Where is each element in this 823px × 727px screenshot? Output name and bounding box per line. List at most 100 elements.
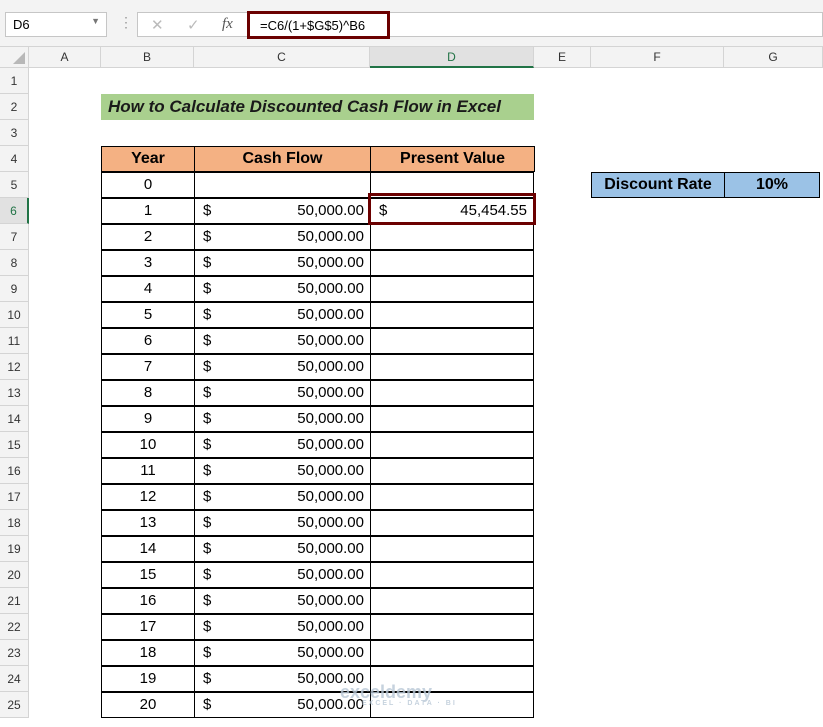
present-value-cell[interactable]: [370, 640, 534, 666]
present-value-cell[interactable]: [370, 406, 534, 432]
cash-flow-cell[interactable]: $50,000.00: [194, 224, 371, 250]
row-header-4[interactable]: 4: [0, 146, 29, 172]
cash-flow-cell[interactable]: $50,000.00: [194, 432, 371, 458]
cash-flow-cell[interactable]: $50,000.00: [194, 250, 371, 276]
year-cell[interactable]: 13: [101, 510, 195, 536]
present-value-cell[interactable]: [370, 588, 534, 614]
discount-rate-label[interactable]: Discount Rate: [591, 172, 725, 198]
row-header-23[interactable]: 23: [0, 640, 29, 666]
row-header-3[interactable]: 3: [0, 120, 29, 146]
present-value-cell[interactable]: [370, 458, 534, 484]
cancel-icon[interactable]: ✕: [151, 16, 164, 34]
present-value-cell[interactable]: [370, 250, 534, 276]
present-value-cell[interactable]: [370, 484, 534, 510]
row-header-9[interactable]: 9: [0, 276, 29, 302]
row-header-6[interactable]: 6: [0, 198, 29, 224]
cash-flow-cell[interactable]: $50,000.00: [194, 406, 371, 432]
year-cell[interactable]: 7: [101, 354, 195, 380]
present-value-cell[interactable]: [370, 380, 534, 406]
year-cell[interactable]: 3: [101, 250, 195, 276]
row-header-5[interactable]: 5: [0, 172, 29, 198]
row-header-13[interactable]: 13: [0, 380, 29, 406]
column-header-a[interactable]: A: [29, 47, 101, 68]
present-value-cell[interactable]: [370, 354, 534, 380]
cash-flow-cell[interactable]: [194, 172, 371, 198]
present-value-cell[interactable]: [370, 562, 534, 588]
present-value-cell[interactable]: [370, 614, 534, 640]
cash-flow-cell[interactable]: $50,000.00: [194, 354, 371, 380]
row-header-25[interactable]: 25: [0, 692, 29, 718]
year-cell[interactable]: 12: [101, 484, 195, 510]
year-cell[interactable]: 4: [101, 276, 195, 302]
year-cell[interactable]: 14: [101, 536, 195, 562]
column-header-d[interactable]: D: [370, 47, 534, 68]
enter-icon[interactable]: ✓: [187, 16, 200, 34]
row-header-17[interactable]: 17: [0, 484, 29, 510]
formula-input-area[interactable]: ✕ ✓ fx: [137, 12, 823, 37]
formula-input[interactable]: =C6/(1+$G$5)^B6: [247, 11, 390, 39]
year-cell[interactable]: 17: [101, 614, 195, 640]
name-box[interactable]: D6 ▼: [5, 12, 107, 37]
present-value-cell[interactable]: [370, 432, 534, 458]
year-cell[interactable]: 10: [101, 432, 195, 458]
present-value-cell[interactable]: [370, 276, 534, 302]
row-header-19[interactable]: 19: [0, 536, 29, 562]
cash-flow-cell[interactable]: $50,000.00: [194, 198, 371, 224]
year-cell[interactable]: 18: [101, 640, 195, 666]
row-header-16[interactable]: 16: [0, 458, 29, 484]
column-header-e[interactable]: E: [534, 47, 591, 68]
cash-flow-cell[interactable]: $50,000.00: [194, 510, 371, 536]
table-header[interactable]: Present Value: [370, 146, 535, 172]
column-header-f[interactable]: F: [591, 47, 724, 68]
row-header-12[interactable]: 12: [0, 354, 29, 380]
table-header[interactable]: Year: [101, 146, 195, 172]
row-header-7[interactable]: 7: [0, 224, 29, 250]
present-value-cell[interactable]: [370, 328, 534, 354]
chevron-down-icon[interactable]: ▼: [91, 16, 100, 26]
cash-flow-cell[interactable]: $50,000.00: [194, 458, 371, 484]
discount-rate-value[interactable]: 10%: [724, 172, 820, 198]
cash-flow-cell[interactable]: $50,000.00: [194, 380, 371, 406]
present-value-cell[interactable]: [370, 536, 534, 562]
row-header-15[interactable]: 15: [0, 432, 29, 458]
fx-icon[interactable]: fx: [222, 16, 233, 33]
row-header-21[interactable]: 21: [0, 588, 29, 614]
year-cell[interactable]: 8: [101, 380, 195, 406]
present-value-cell[interactable]: [370, 302, 534, 328]
table-header[interactable]: Cash Flow: [194, 146, 371, 172]
cash-flow-cell[interactable]: $50,000.00: [194, 276, 371, 302]
row-header-8[interactable]: 8: [0, 250, 29, 276]
present-value-cell[interactable]: [370, 510, 534, 536]
drag-handle-icon[interactable]: ⋮: [119, 14, 133, 31]
year-cell[interactable]: 9: [101, 406, 195, 432]
select-all-button[interactable]: [0, 47, 29, 68]
row-header-10[interactable]: 10: [0, 302, 29, 328]
row-header-2[interactable]: 2: [0, 94, 29, 120]
year-cell[interactable]: 19: [101, 666, 195, 692]
year-cell[interactable]: 15: [101, 562, 195, 588]
year-cell[interactable]: 6: [101, 328, 195, 354]
year-cell[interactable]: 1: [101, 198, 195, 224]
cash-flow-cell[interactable]: $50,000.00: [194, 640, 371, 666]
cash-flow-cell[interactable]: $50,000.00: [194, 302, 371, 328]
cash-flow-cell[interactable]: $50,000.00: [194, 562, 371, 588]
year-cell[interactable]: 16: [101, 588, 195, 614]
cash-flow-cell[interactable]: $50,000.00: [194, 328, 371, 354]
row-header-1[interactable]: 1: [0, 68, 29, 94]
year-cell[interactable]: 0: [101, 172, 195, 198]
year-cell[interactable]: 5: [101, 302, 195, 328]
row-header-18[interactable]: 18: [0, 510, 29, 536]
column-header-g[interactable]: G: [724, 47, 823, 68]
year-cell[interactable]: 2: [101, 224, 195, 250]
row-header-14[interactable]: 14: [0, 406, 29, 432]
cash-flow-cell[interactable]: $50,000.00: [194, 614, 371, 640]
present-value-cell[interactable]: [370, 224, 534, 250]
column-header-c[interactable]: C: [194, 47, 370, 68]
cash-flow-cell[interactable]: $50,000.00: [194, 484, 371, 510]
column-header-b[interactable]: B: [101, 47, 194, 68]
row-header-22[interactable]: 22: [0, 614, 29, 640]
row-header-24[interactable]: 24: [0, 666, 29, 692]
cash-flow-cell[interactable]: $50,000.00: [194, 588, 371, 614]
cash-flow-cell[interactable]: $50,000.00: [194, 536, 371, 562]
year-cell[interactable]: 20: [101, 692, 195, 718]
